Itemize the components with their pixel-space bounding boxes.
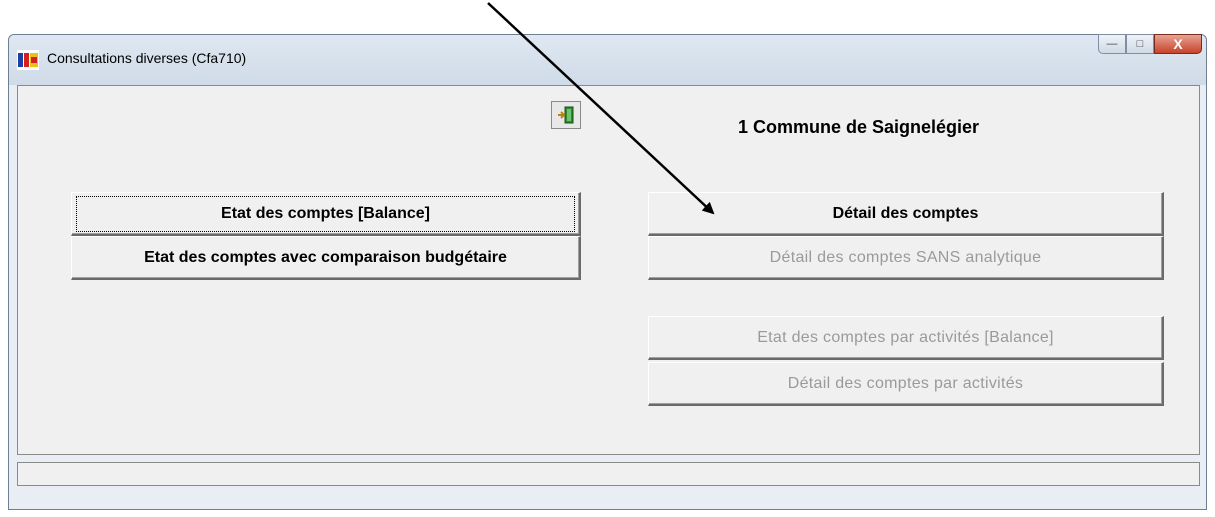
detail-activites-label: Détail des comptes par activités [787, 374, 1024, 392]
maximize-icon: □ [1136, 38, 1144, 50]
client-area: 1 Commune de Saignelégier Etat des compt… [17, 85, 1200, 455]
detail-activites-button[interactable]: Détail des comptes par activités [648, 362, 1164, 406]
exit-button[interactable] [551, 101, 581, 129]
etat-balance-label: Etat des comptes [Balance] [76, 195, 575, 232]
etat-budget-label: Etat des comptes avec comparaison budgét… [144, 248, 507, 266]
window-title: Consultations diverses (Cfa710) [47, 50, 247, 66]
detail-comptes-button[interactable]: Détail des comptes [648, 192, 1164, 236]
etat-activites-button[interactable]: Etat des comptes par activités [Balance] [648, 316, 1164, 360]
detail-sans-analytique-button[interactable]: Détail des comptes SANS analytique [648, 236, 1164, 280]
app-icon [17, 50, 39, 70]
commune-label: 1 Commune de Saignelégier [738, 117, 980, 137]
exit-door-icon [558, 106, 574, 124]
minimize-button[interactable]: — [1098, 34, 1126, 54]
minimize-icon: — [1106, 38, 1118, 50]
maximize-button[interactable]: □ [1126, 34, 1154, 54]
etat-balance-button[interactable]: Etat des comptes [Balance] [71, 192, 581, 236]
etat-budget-button[interactable]: Etat des comptes avec comparaison budgét… [71, 236, 581, 280]
close-button[interactable]: X [1154, 34, 1202, 54]
detail-comptes-label: Détail des comptes [832, 204, 979, 222]
caption-buttons: — □ X [1098, 34, 1202, 56]
title-bar[interactable]: Consultations diverses (Cfa710) — □ X [9, 34, 1206, 85]
detail-sans-analytique-label: Détail des comptes SANS analytique [769, 248, 1042, 266]
etat-activites-label: Etat des comptes par activités [Balance] [757, 328, 1054, 346]
application-window: Consultations diverses (Cfa710) — □ X 1 … [8, 34, 1207, 510]
status-bar [17, 462, 1200, 486]
close-icon: X [1173, 36, 1183, 52]
